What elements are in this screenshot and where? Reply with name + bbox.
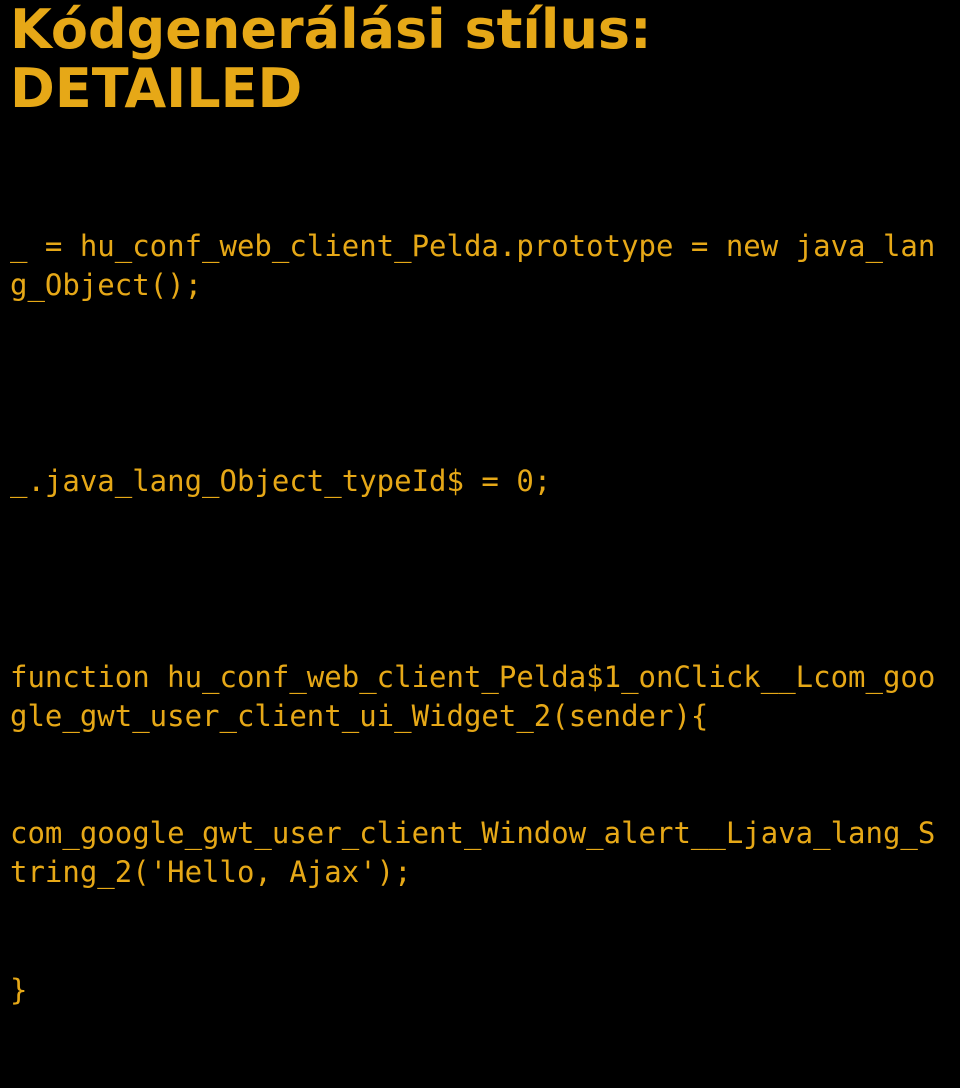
code-line-3: function hu_conf_web_client_Pelda$1_onCl…	[10, 658, 950, 736]
code-line-5: }	[10, 971, 950, 1010]
code-line-2: _.java_lang_Object_typeId$ = 0;	[10, 462, 950, 501]
slide-container: Kódgenerálási stílus: DETAILED _ = hu_co…	[0, 0, 960, 567]
code-line-1: _ = hu_conf_web_client_Pelda.prototype =…	[10, 227, 950, 305]
code-block: _ = hu_conf_web_client_Pelda.prototype =…	[0, 149, 960, 1088]
slide-title: Kódgenerálási stílus: DETAILED	[0, 0, 960, 149]
code-line-4: com_google_gwt_user_client_Window_alert_…	[10, 814, 950, 892]
